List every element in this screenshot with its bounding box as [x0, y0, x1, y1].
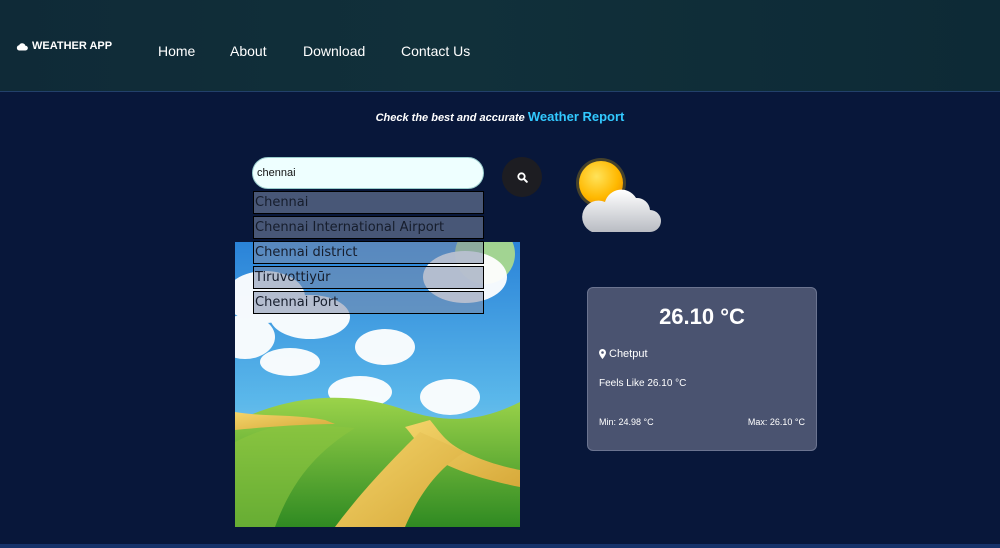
suggestions-list: Chennai Chennai International Airport Ch… [253, 191, 484, 316]
location-name: Chetput [609, 348, 648, 360]
max-temperature: Max: 26.10 °C [747, 417, 805, 427]
nav-about-link[interactable]: About [230, 43, 267, 59]
temperature: 26.10 °C [659, 304, 745, 329]
bottom-border [0, 544, 1000, 548]
nav-home-link[interactable]: Home [158, 43, 195, 59]
map-pin-icon [599, 349, 606, 359]
cloud-icon [16, 42, 28, 50]
suggestion-item[interactable]: Chennai district [253, 241, 484, 264]
search-button[interactable] [502, 157, 542, 197]
search-icon [516, 171, 528, 183]
tagline-text: Check the best and accurate [375, 112, 525, 124]
partly-cloudy-icon [576, 158, 661, 232]
suggestion-item[interactable]: Tiruvottiyūr [253, 266, 484, 289]
suggestion-item[interactable]: Chennai Port [253, 291, 484, 314]
tagline-highlight: Weather Report [527, 109, 625, 124]
tagline: Check the best and accurate Weather Repo… [0, 109, 1000, 124]
min-temperature: Min: 24.98 °C [599, 417, 654, 427]
suggestion-item[interactable]: Chennai International Airport [253, 216, 484, 239]
nav-download-link[interactable]: Download [303, 43, 365, 59]
feels-like: Feels Like 26.10 °C [599, 378, 687, 389]
search-input[interactable] [252, 157, 484, 189]
weather-card: 26.10 °C Chetput Feels Like 26.10 °C Min… [587, 287, 817, 451]
location: Chetput [599, 348, 648, 360]
suggestion-item[interactable]: Chennai [253, 191, 484, 214]
brand-name: WEATHER APP [32, 40, 113, 52]
brand[interactable]: WEATHER APP [16, 40, 112, 52]
nav-contact-link[interactable]: Contact Us [401, 43, 470, 59]
navbar: WEATHER APP Home About Download Contact … [0, 0, 1000, 92]
